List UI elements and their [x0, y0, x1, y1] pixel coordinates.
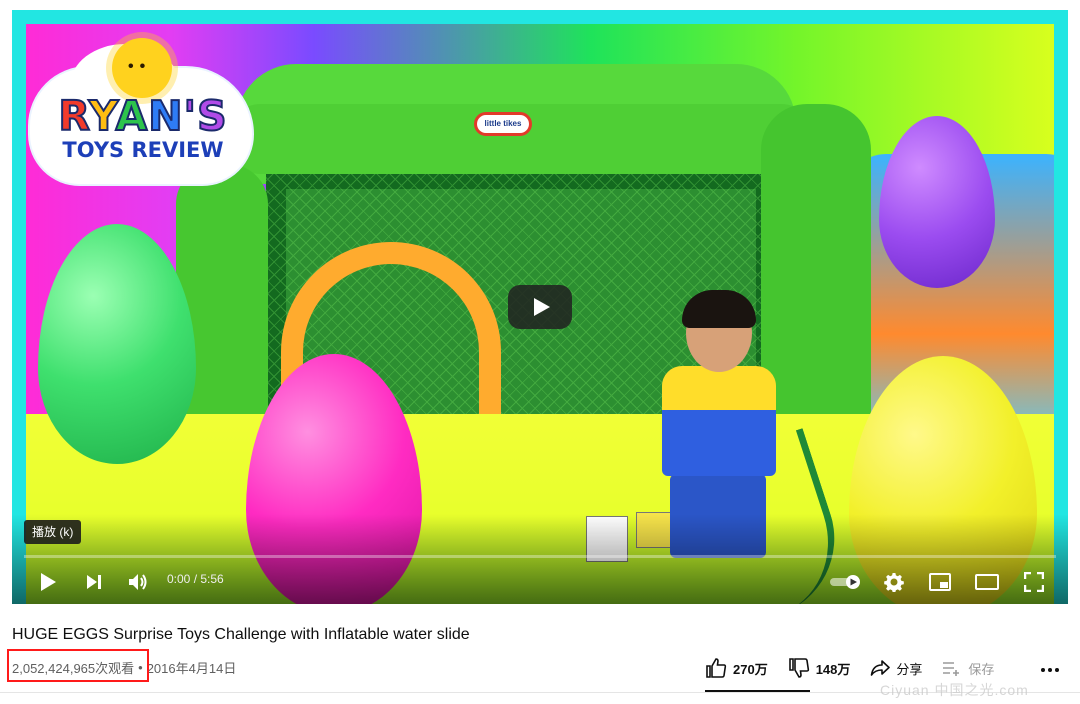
channel-brand-logo: •• RYAN'S TOYS REVIEW — [30, 38, 252, 184]
view-count-highlight-box — [7, 649, 149, 682]
video-title: HUGE EGGS Surprise Toys Challenge with I… — [12, 626, 470, 643]
theater-mode-icon[interactable] — [972, 568, 1002, 596]
fullscreen-icon[interactable] — [1020, 568, 1048, 596]
miniplayer-icon[interactable] — [926, 568, 954, 596]
upload-date: 2016年4月14日 — [146, 661, 237, 676]
play-icon[interactable] — [34, 568, 62, 596]
brand-subtitle: TOYS REVIEW — [62, 138, 224, 162]
little-tikes-logo: little tikes — [474, 112, 532, 136]
video-player[interactable]: little tikes •• RYAN'S TOYS REVIEW 播放 (k… — [12, 10, 1068, 604]
share-icon — [871, 660, 891, 676]
like-button[interactable]: 270万 — [705, 658, 768, 678]
time-display: 0:00 / 5:56 — [167, 572, 224, 586]
more-options-icon[interactable] — [1040, 660, 1060, 680]
green-egg — [38, 224, 196, 464]
share-label: 分享 — [896, 661, 923, 677]
settings-gear-icon[interactable] — [880, 568, 908, 596]
dislike-button[interactable]: 148万 — [788, 658, 851, 678]
progress-bar[interactable] — [24, 555, 1056, 558]
next-icon[interactable] — [80, 568, 108, 596]
brand-title: RYAN'S — [57, 92, 228, 140]
save-label: 保存 — [968, 661, 995, 677]
large-play-button[interactable] — [508, 285, 572, 329]
play-tooltip: 播放 (k) — [24, 520, 82, 544]
thumbs-up-icon — [706, 658, 727, 678]
thumbs-down-icon — [788, 658, 809, 678]
share-button[interactable]: 分享 — [870, 659, 922, 678]
save-button[interactable]: 保存 — [942, 659, 994, 678]
dislike-count: 148万 — [815, 661, 851, 677]
purple-egg — [879, 116, 995, 288]
add-to-playlist-icon — [943, 662, 960, 676]
watermark: Ciyuan 中国之光.com — [880, 682, 1029, 698]
autoplay-toggle[interactable] — [828, 570, 864, 594]
like-count: 270万 — [733, 661, 768, 677]
volume-icon[interactable] — [124, 568, 152, 596]
